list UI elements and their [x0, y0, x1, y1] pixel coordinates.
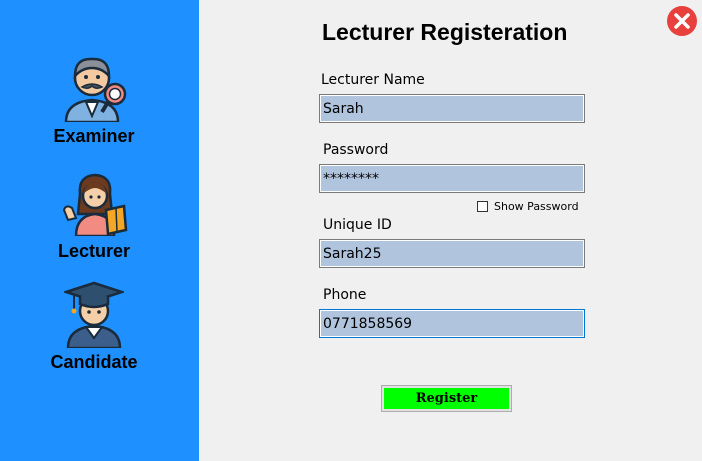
sidebar-item-label: Candidate [50, 352, 138, 372]
lecturer-name-label: Lecturer Name [321, 72, 425, 88]
candidate-icon [64, 281, 124, 348]
show-password-label: Show Password [494, 200, 579, 213]
show-password-checkbox[interactable]: Show Password [477, 200, 579, 213]
unique-id-label: Unique ID [323, 217, 392, 233]
register-button[interactable]: Register [381, 385, 512, 412]
register-button-label: Register [384, 388, 509, 409]
sidebar-item-label: Lecturer [57, 241, 131, 261]
lecturer-icon [62, 173, 128, 236]
sidebar-item-label: Examiner [53, 126, 135, 146]
close-icon[interactable] [666, 5, 698, 37]
page-title: Lecturer Registeration [322, 19, 568, 45]
phone-field[interactable] [319, 309, 585, 338]
password-field[interactable] [319, 164, 585, 193]
sidebar-item-candidate[interactable]: Candidate [0, 280, 199, 375]
examiner-icon [64, 57, 127, 122]
lecturer-name-field[interactable] [319, 94, 585, 123]
unique-id-field[interactable] [319, 239, 585, 268]
sidebar-item-examiner[interactable]: Examiner [0, 50, 199, 150]
phone-label: Phone [323, 287, 367, 303]
checkbox-icon[interactable] [477, 201, 488, 212]
password-label: Password [323, 142, 389, 158]
sidebar: Examiner Lecturer Candidate [0, 0, 199, 461]
sidebar-item-lecturer[interactable]: Lecturer [0, 170, 199, 265]
